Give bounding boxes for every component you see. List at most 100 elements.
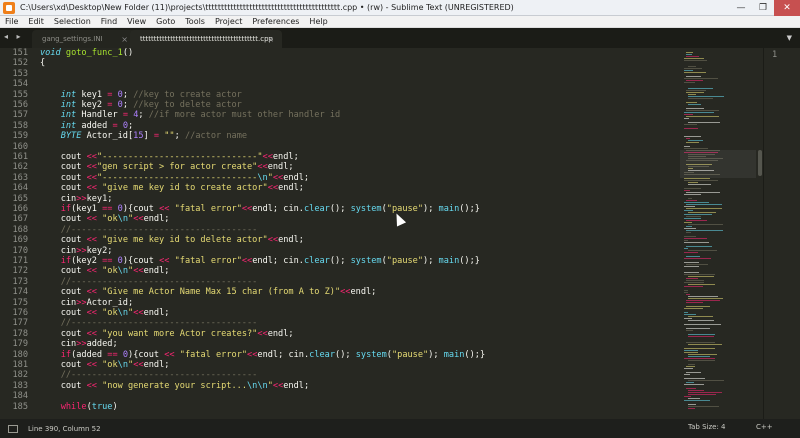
- minimap-line: [686, 366, 695, 367]
- code-line[interactable]: 183 cout << "now generate your script...…: [0, 381, 763, 391]
- line-number: 163: [12, 172, 28, 183]
- maximize-button[interactable]: ❐: [752, 0, 774, 16]
- minimap-line: [686, 192, 720, 193]
- code-line[interactable]: 176 cout << "ok\n"<<endl;: [0, 308, 763, 318]
- minimap[interactable]: [680, 48, 756, 419]
- menu-tools[interactable]: Tools: [180, 16, 210, 28]
- minimap-line: [684, 60, 707, 61]
- minimap-line: [686, 256, 700, 257]
- menu-view[interactable]: View: [122, 16, 151, 28]
- minimap-line: [684, 194, 701, 195]
- code-line[interactable]: 159 BYTE Actor_id[15] = ""; //actor name: [0, 131, 763, 141]
- code-line[interactable]: 158 int added = 0;: [0, 121, 763, 131]
- close-button[interactable]: ✕: [774, 0, 800, 16]
- minimap-line: [684, 178, 710, 179]
- code-line[interactable]: 179 cin>>added;: [0, 339, 763, 349]
- code-line[interactable]: 162 cout <<"gen script > for actor creat…: [0, 162, 763, 172]
- secondary-editor-pane[interactable]: 1: [763, 48, 800, 419]
- code-line[interactable]: 156 int key2 = 0; //key to delete actor: [0, 100, 763, 110]
- code-line[interactable]: 184: [0, 391, 763, 401]
- minimap-line: [684, 136, 701, 137]
- minimap-line: [684, 248, 688, 249]
- menu-edit[interactable]: Edit: [23, 16, 49, 28]
- code-text: cout << "give me key id to create actor"…: [40, 183, 304, 194]
- minimap-viewport[interactable]: [680, 150, 756, 178]
- minimap-line: [686, 220, 707, 221]
- vertical-scrollbar[interactable]: [758, 150, 762, 176]
- minimap-line: [684, 318, 692, 319]
- minimap-line: [686, 216, 701, 217]
- tab-list-dropdown-icon[interactable]: ▼: [787, 34, 792, 42]
- code-text: int key2 = 0; //key to delete actor: [60, 100, 242, 110]
- code-line[interactable]: 173 //----------------------------------…: [0, 277, 763, 287]
- minimap-line: [686, 388, 696, 389]
- code-line[interactable]: 178 cout << "you want more Actor creates…: [0, 329, 763, 339]
- menu-file[interactable]: File: [0, 16, 23, 28]
- code-line[interactable]: 177 //----------------------------------…: [0, 318, 763, 328]
- code-line[interactable]: 182 //----------------------------------…: [0, 370, 763, 380]
- menu-find[interactable]: Find: [96, 16, 122, 28]
- minimap-line: [688, 404, 696, 405]
- tab-close-icon[interactable]: ×: [267, 35, 274, 44]
- code-line[interactable]: 153: [0, 69, 763, 79]
- tab-nav-arrows-icon[interactable]: ◂ ▸: [4, 32, 24, 41]
- line-number: 178: [12, 328, 28, 339]
- menu-goto[interactable]: Goto: [151, 16, 180, 28]
- code-text: cout <<"gen script > for actor create"<<…: [40, 162, 294, 173]
- code-line[interactable]: 170 cin>>key2;: [0, 246, 763, 256]
- minimap-line: [686, 204, 722, 205]
- minimap-line: [684, 68, 702, 69]
- code-line[interactable]: 165 cin>>key1;: [0, 194, 763, 204]
- code-line[interactable]: 174 cout << "Give me Actor Name Max 15 c…: [0, 287, 763, 297]
- tab-cpp-file[interactable]: tttttttttttttttttttttttttttttttttttttttt…: [130, 30, 282, 48]
- code-text: int added = 0;: [60, 120, 134, 131]
- minimap-line: [688, 284, 715, 285]
- code-line[interactable]: 180 if(added == 0){cout << "fatal error"…: [0, 350, 763, 360]
- code-line[interactable]: 161 cout <<"----------------------------…: [0, 152, 763, 162]
- tab-gang-settings[interactable]: gang_settings.INI ×: [32, 30, 136, 48]
- minimize-button[interactable]: —: [730, 0, 752, 16]
- code-line[interactable]: 172 cout << "ok\n"<<endl;: [0, 266, 763, 276]
- line-number: 172: [12, 266, 28, 277]
- menu-preferences[interactable]: Preferences: [247, 16, 304, 28]
- code-line[interactable]: 166 if(key1 == 0){cout << "fatal error"<…: [0, 204, 763, 214]
- minimap-line: [688, 104, 701, 105]
- code-line[interactable]: 175 cin>>Actor_id;: [0, 298, 763, 308]
- panel-toggle-icon[interactable]: [8, 424, 18, 433]
- minimap-line: [688, 94, 696, 95]
- syntax-indicator[interactable]: C++: [756, 423, 773, 431]
- code-line[interactable]: 167 cout << "ok\n"<<endl;: [0, 214, 763, 224]
- minimap-line: [684, 148, 708, 149]
- minimap-line: [686, 294, 690, 295]
- minimap-line: [684, 146, 690, 147]
- tab-size-indicator[interactable]: Tab Size: 4: [688, 423, 725, 431]
- minimap-line: [684, 350, 698, 351]
- code-line[interactable]: 169 cout << "give me key id to delete ac…: [0, 235, 763, 245]
- menu-selection[interactable]: Selection: [49, 16, 96, 28]
- code-line[interactable]: 160: [0, 142, 763, 152]
- code-line[interactable]: 163 cout <<"----------------------------…: [0, 173, 763, 183]
- line-number: 152: [12, 58, 28, 69]
- minimap-line: [684, 274, 715, 275]
- code-line[interactable]: 157 int Handler = 4; //if more actor mus…: [0, 110, 763, 120]
- line-number: 176: [12, 308, 28, 318]
- tab-close-icon[interactable]: ×: [121, 35, 128, 44]
- code-line[interactable]: 152 {: [0, 58, 763, 68]
- line-number: 182: [12, 370, 28, 381]
- code-editor[interactable]: 151 void goto_func_1() 152 {153 154 155 int k…: [0, 48, 763, 419]
- code-line[interactable]: 185 while(true): [0, 402, 763, 412]
- line-number: 181: [12, 360, 28, 370]
- code-line[interactable]: 171 if(key2 == 0){cout << "fatal error"<…: [0, 256, 763, 266]
- line-number: 174: [12, 287, 28, 298]
- minimap-line: [686, 342, 715, 343]
- line-number: 158: [12, 120, 28, 131]
- code-line[interactable]: 155 int key1 = 0; //key to create actor: [0, 90, 763, 100]
- minimap-line: [686, 142, 699, 143]
- code-line[interactable]: 168 //----------------------------------…: [0, 225, 763, 235]
- code-line[interactable]: 181 cout << "ok\n"<<endl;: [0, 360, 763, 370]
- menu-project[interactable]: Project: [210, 16, 247, 28]
- code-line[interactable]: 164 cout << "give me key id to create ac…: [0, 183, 763, 193]
- code-line[interactable]: 151 void goto_func_1(): [0, 48, 763, 58]
- code-line[interactable]: 154: [0, 79, 763, 89]
- menu-help[interactable]: Help: [304, 16, 332, 28]
